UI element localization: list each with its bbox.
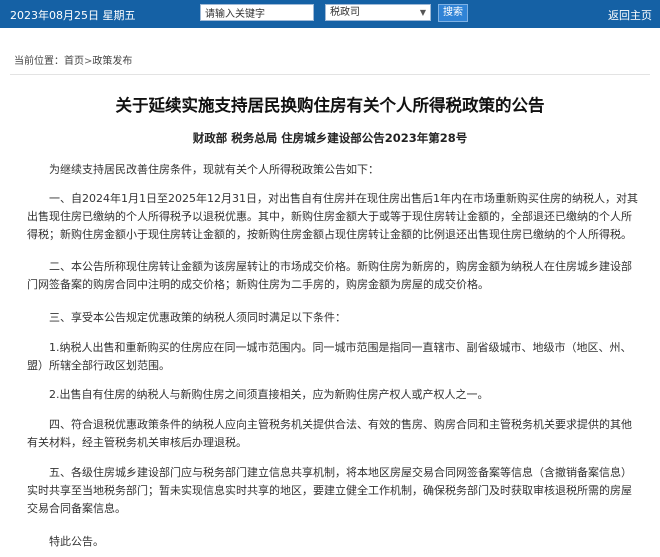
breadcrumb-current-link[interactable]: 政策发布 (92, 56, 132, 67)
date-text: 2023年08月25日 星期五 (10, 9, 136, 22)
article-subtitle: 财政部 税务总局 住房城乡建设部公告2023年第28号 (192, 131, 468, 145)
home-link[interactable]: 返回主页 (608, 7, 652, 23)
paragraph-item-5: 五、各级住房城乡建设部门应与税务部门建立信息共享机制，将本地区房屋交易合同网签备… (27, 466, 632, 515)
paragraph-item-3: 三、享受本公告规定优惠政策的纳税人须同时满足以下条件： (49, 311, 346, 324)
paragraph-item-2: 二、本公告所称现住房转让金额为该房屋转让的市场成交价格。新购住房为新房的，购房金… (27, 260, 632, 291)
department-select[interactable]: 税政司 ▼ (325, 4, 431, 21)
breadcrumb-prefix: 当前位置： (14, 56, 64, 67)
divider (10, 74, 650, 75)
paragraph-condition-2: 2.出售自有住房的纳税人与新购住房之间须直接相关，应为新购住房产权人或产权人之一… (49, 388, 489, 401)
top-bar: 2023年08月25日 星期五 税政司 ▼ 搜索 返回主页 (0, 0, 660, 28)
paragraph-item-1: 一、自2024年1月1日至2025年12月31日，对出售自有住房并在现住房出售后… (27, 192, 638, 241)
paragraph-condition-1: 1.纳税人出售和重新购买的住房应在同一城市范围内。同一城市范围是指同一直辖市、副… (27, 341, 632, 372)
department-select-value: 税政司 (330, 7, 360, 18)
paragraph-closing: 特此公告。 (49, 535, 104, 548)
search-button[interactable]: 搜索 (438, 4, 468, 22)
breadcrumb-home-link[interactable]: 首页 (64, 56, 84, 67)
article-title: 关于延续实施支持居民换购住房有关个人所得税政策的公告 (115, 96, 545, 115)
paragraph-intro: 为继续支持居民改善住房条件，现就有关个人所得税政策公告如下： (49, 163, 379, 176)
search-input[interactable] (200, 4, 314, 21)
breadcrumb: 当前位置：首页>政策发布 (14, 52, 132, 67)
paragraph-item-4: 四、符合退税优惠政策条件的纳税人应向主管税务机关提供合法、有效的售房、购房合同和… (27, 418, 632, 449)
chevron-down-icon: ▼ (419, 8, 426, 17)
